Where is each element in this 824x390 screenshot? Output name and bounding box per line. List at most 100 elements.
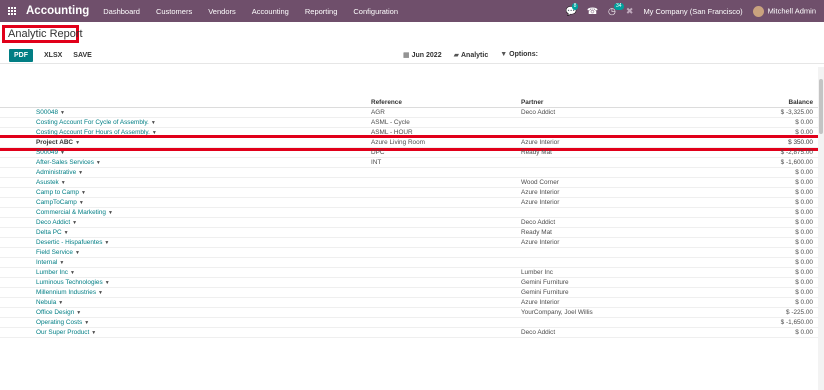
menu-accounting[interactable]: Accounting bbox=[252, 7, 289, 16]
caret-down-icon[interactable]: ▼ bbox=[152, 130, 157, 136]
account-name-cell[interactable]: S00048 ▼ bbox=[36, 109, 65, 116]
caret-down-icon[interactable]: ▼ bbox=[105, 280, 110, 286]
activity-icon[interactable]: ◷ 34 bbox=[608, 2, 624, 17]
app-title[interactable]: Accounting bbox=[26, 5, 89, 17]
caret-down-icon[interactable]: ▼ bbox=[60, 110, 65, 116]
apps-menu-icon[interactable] bbox=[8, 6, 17, 16]
caret-down-icon[interactable]: ▼ bbox=[96, 160, 101, 166]
caret-down-icon[interactable]: ▼ bbox=[84, 320, 89, 326]
date-filter[interactable]: ▦ Jun 2022 bbox=[403, 51, 442, 59]
caret-down-icon[interactable]: ▼ bbox=[78, 170, 83, 176]
table-row[interactable]: Operating Costs ▼ $ -1,650.00 bbox=[0, 318, 824, 328]
table-row[interactable]: Asustek ▼ Wood Corner $ 0.00 bbox=[0, 178, 824, 188]
table-row[interactable]: Lumber Inc ▼ Lumber Inc $ 0.00 bbox=[0, 268, 824, 278]
options-filter[interactable]: ▼ Options: bbox=[500, 51, 538, 59]
table-row[interactable]: Deco Addict ▼ Deco Addict $ 0.00 bbox=[0, 218, 824, 228]
table-row[interactable]: Nebula ▼ Azure Interior $ 0.00 bbox=[0, 298, 824, 308]
account-name-cell[interactable]: Deco Addict ▼ bbox=[36, 219, 77, 226]
caret-down-icon[interactable]: ▼ bbox=[108, 210, 113, 216]
caret-down-icon[interactable]: ▼ bbox=[64, 230, 69, 236]
account-name-cell[interactable]: Nebula ▼ bbox=[36, 299, 63, 306]
account-name[interactable]: Delta PC bbox=[36, 229, 62, 236]
account-name-cell[interactable]: After-Sales Services ▼ bbox=[36, 159, 101, 166]
account-name[interactable]: Camp to Camp bbox=[36, 189, 79, 196]
account-name[interactable]: Administrative bbox=[36, 169, 76, 176]
account-name[interactable]: Costing Account For Cycle of Assembly. bbox=[36, 119, 149, 126]
account-name-cell[interactable]: CampToCamp ▼ bbox=[36, 199, 84, 206]
table-row[interactable]: Commercial & Marketing ▼ $ 0.00 bbox=[0, 208, 824, 218]
account-name[interactable]: Asustek bbox=[36, 179, 59, 186]
caret-down-icon[interactable]: ▼ bbox=[70, 270, 75, 276]
scrollbar[interactable] bbox=[818, 67, 824, 390]
caret-down-icon[interactable]: ▼ bbox=[79, 200, 84, 206]
company-switcher[interactable]: My Company (San Francisco) bbox=[643, 7, 742, 16]
account-name[interactable]: Nebula bbox=[36, 299, 56, 306]
account-name-cell[interactable]: S00049 ▼ bbox=[36, 149, 65, 156]
caret-down-icon[interactable]: ▼ bbox=[61, 180, 66, 186]
save-button[interactable]: SAVE bbox=[73, 52, 92, 59]
account-name-cell[interactable]: Project ABC ▼ bbox=[36, 139, 80, 146]
table-row[interactable]: Administrative ▼ $ 0.00 bbox=[0, 168, 824, 178]
caret-down-icon[interactable]: ▼ bbox=[91, 330, 96, 336]
phone-icon[interactable]: ☎ bbox=[587, 6, 598, 17]
table-row[interactable]: Costing Account For Cycle of Assembly. ▼ A… bbox=[0, 118, 824, 128]
account-name[interactable]: S00048 bbox=[36, 109, 58, 116]
account-name[interactable]: Project ABC bbox=[36, 139, 73, 146]
menu-vendors[interactable]: Vendors bbox=[208, 7, 236, 16]
table-row[interactable]: Costing Account For Hours of Assembly. ▼ A… bbox=[0, 128, 824, 138]
account-name-cell[interactable]: Asustek ▼ bbox=[36, 179, 66, 186]
account-name-cell[interactable]: Camp to Camp ▼ bbox=[36, 189, 86, 196]
account-name[interactable]: Luminous Technologies bbox=[36, 279, 103, 286]
account-name-cell[interactable]: Internal ▼ bbox=[36, 259, 64, 266]
table-row[interactable]: After-Sales Services ▼ INT $ -1,600.00 bbox=[0, 158, 824, 168]
account-name[interactable]: After-Sales Services bbox=[36, 159, 94, 166]
table-row[interactable]: Desertic - Hispafuentes ▼ Azure Interior $ … bbox=[0, 238, 824, 248]
caret-down-icon[interactable]: ▼ bbox=[58, 300, 63, 306]
table-row[interactable]: Camp to Camp ▼ Azure Interior $ 0.00 bbox=[0, 188, 824, 198]
account-name-cell[interactable]: Office Design ▼ bbox=[36, 309, 81, 316]
account-name[interactable]: CampToCamp bbox=[36, 199, 77, 206]
menu-customers[interactable]: Customers bbox=[156, 7, 192, 16]
pdf-button[interactable]: PDF bbox=[9, 49, 33, 62]
table-row[interactable]: Internal ▼ $ 0.00 bbox=[0, 258, 824, 268]
menu-configuration[interactable]: Configuration bbox=[353, 7, 398, 16]
account-name[interactable]: Deco Addict bbox=[36, 219, 70, 226]
caret-down-icon[interactable]: ▼ bbox=[98, 290, 103, 296]
account-name[interactable]: Millennium Industries bbox=[36, 289, 96, 296]
table-row[interactable]: CampToCamp ▼ Azure Interior $ 0.00 bbox=[0, 198, 824, 208]
account-name-cell[interactable]: Administrative ▼ bbox=[36, 169, 83, 176]
account-name-cell[interactable]: Costing Account For Cycle of Assembly. ▼ bbox=[36, 119, 156, 126]
chat-icon[interactable]: 💬 8 bbox=[566, 2, 579, 17]
caret-down-icon[interactable]: ▼ bbox=[75, 250, 80, 256]
caret-down-icon[interactable]: ▼ bbox=[104, 240, 109, 246]
menu-reporting[interactable]: Reporting bbox=[305, 7, 338, 16]
account-name[interactable]: S00049 bbox=[36, 149, 58, 156]
account-name[interactable]: Costing Account For Hours of Assembly. bbox=[36, 129, 150, 136]
account-name[interactable]: Operating Costs bbox=[36, 319, 82, 326]
account-name-cell[interactable]: Luminous Technologies ▼ bbox=[36, 279, 110, 286]
caret-down-icon[interactable]: ▼ bbox=[72, 220, 77, 226]
scrollbar-thumb[interactable] bbox=[819, 79, 823, 134]
caret-down-icon[interactable]: ▼ bbox=[76, 310, 81, 316]
caret-down-icon[interactable]: ▼ bbox=[75, 140, 80, 146]
table-row[interactable]: S00048 ▼ AGR Deco Addict $ -3,325.00 bbox=[0, 108, 824, 118]
account-name[interactable]: Desertic - Hispafuentes bbox=[36, 239, 102, 246]
table-row[interactable]: Field Service ▼ $ 0.00 bbox=[0, 248, 824, 258]
account-name-cell[interactable]: Millennium Industries ▼ bbox=[36, 289, 103, 296]
account-name-cell[interactable]: Lumber Inc ▼ bbox=[36, 269, 75, 276]
account-name[interactable]: Office Design bbox=[36, 309, 74, 316]
caret-down-icon[interactable]: ▼ bbox=[59, 260, 64, 266]
account-name-cell[interactable]: Field Service ▼ bbox=[36, 249, 80, 256]
table-row[interactable]: Office Design ▼ YourCompany, Joel Willis $ … bbox=[0, 308, 824, 318]
caret-down-icon[interactable]: ▼ bbox=[151, 120, 156, 126]
xlsx-button[interactable]: XLSX bbox=[44, 52, 62, 59]
caret-down-icon[interactable]: ▼ bbox=[60, 150, 65, 156]
account-name-cell[interactable]: Operating Costs ▼ bbox=[36, 319, 89, 326]
account-name[interactable]: Lumber Inc bbox=[36, 269, 68, 276]
account-name[interactable]: Our Super Product bbox=[36, 329, 89, 336]
account-name-cell[interactable]: Commercial & Marketing ▼ bbox=[36, 209, 113, 216]
table-row[interactable]: Delta PC ▼ Ready Mat $ 0.00 bbox=[0, 228, 824, 238]
analytic-filter[interactable]: ▰ Analytic bbox=[454, 51, 489, 59]
caret-down-icon[interactable]: ▼ bbox=[81, 190, 86, 196]
account-name[interactable]: Field Service bbox=[36, 249, 73, 256]
